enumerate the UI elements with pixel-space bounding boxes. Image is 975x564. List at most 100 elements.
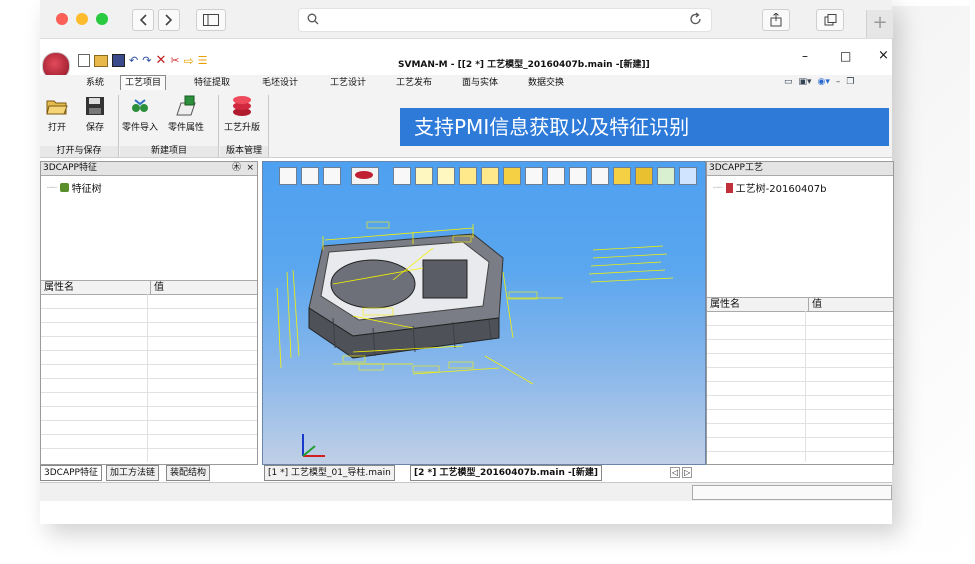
ribbon-separator xyxy=(218,95,219,157)
tab-3dcapp-feature[interactable]: 3DCAPP特征 xyxy=(40,465,102,481)
restore-icon[interactable]: ❐ xyxy=(846,77,854,87)
cube-left-icon[interactable] xyxy=(547,167,565,185)
ribbon-separator xyxy=(268,95,269,157)
window-title: SVMAN-M - [[2 *] 工艺模型_20160407b.main -[新… xyxy=(398,60,650,70)
maximize-button[interactable]: □ xyxy=(840,49,851,63)
process-tree-icon xyxy=(725,182,733,193)
open-button[interactable]: 打开 xyxy=(46,95,68,133)
menu-blank[interactable]: 毛坯设计 xyxy=(258,76,302,90)
layout-icon[interactable]: ▣▾ xyxy=(799,77,812,87)
ribbon-minimize-icon[interactable]: – xyxy=(836,77,841,87)
feature-panel: 3DCAPP特征 ㊍ × ┈┈ 特征树 属性名 值 xyxy=(40,161,258,465)
ribbon-separator xyxy=(118,95,119,157)
list-icon[interactable]: ☰ xyxy=(198,54,208,67)
zoom-dot[interactable] xyxy=(96,13,108,25)
chevron-right-icon xyxy=(165,14,173,26)
menu-exchange[interactable]: 数据交换 xyxy=(524,76,568,90)
open-folder-icon[interactable] xyxy=(94,54,108,67)
prop-value-header: 值 xyxy=(154,282,164,293)
process-tree-root[interactable]: ┈┈ 工艺树-20160407b xyxy=(713,180,827,195)
light2-icon[interactable] xyxy=(437,167,455,185)
status-bar xyxy=(40,482,892,501)
group-open-save: 打开与保存 xyxy=(40,146,118,157)
close-dot[interactable] xyxy=(56,13,68,25)
prop-value-header: 值 xyxy=(812,299,822,310)
cube-right-icon[interactable] xyxy=(569,167,587,185)
sidebar-button[interactable] xyxy=(196,9,226,31)
prop-row xyxy=(707,395,893,396)
minimize-button[interactable]: – xyxy=(802,49,808,63)
save-button[interactable]: 保存 xyxy=(84,95,106,133)
cube-front-icon[interactable] xyxy=(503,167,521,185)
part-import-button[interactable]: 零件导入 xyxy=(122,95,158,133)
snapshot-icon[interactable] xyxy=(657,167,675,185)
tabs-button[interactable] xyxy=(816,9,844,31)
group-version: 版本管理 xyxy=(220,146,268,157)
help-icon[interactable]: ◉▾ xyxy=(818,77,830,87)
group-new-project: 新建项目 xyxy=(120,146,218,157)
redo-icon[interactable]: ↷ xyxy=(142,54,151,67)
doc-tab-1[interactable]: [1 *] 工艺模型_01_导柱.main xyxy=(264,465,395,481)
menu-feature[interactable]: 特征提取 xyxy=(190,76,234,90)
minimize-dot[interactable] xyxy=(76,13,88,25)
fit-view-icon[interactable] xyxy=(279,167,297,185)
pmi-notes xyxy=(588,245,674,283)
process-panel-title: 3DCAPP工艺 xyxy=(709,163,763,173)
share-button[interactable] xyxy=(762,9,790,31)
tab-next-icon[interactable]: ▷ xyxy=(682,467,693,478)
view-tool-icon[interactable] xyxy=(393,167,411,185)
window-icon[interactable]: ▭ xyxy=(784,77,793,87)
save-icon[interactable] xyxy=(112,54,125,67)
tab-assembly[interactable]: 装配结构 xyxy=(166,465,211,481)
process-panel: 3DCAPP工艺 ┈┈ 工艺树-20160407b 属性名 值 xyxy=(706,161,894,465)
feature-tree-icon xyxy=(59,183,69,192)
material2-icon[interactable] xyxy=(481,167,499,185)
zoom-window-icon[interactable] xyxy=(301,167,319,185)
menu-surface[interactable]: 面与实体 xyxy=(458,76,502,90)
model-viewport[interactable] xyxy=(262,161,706,465)
menu-process[interactable]: 工艺设计 xyxy=(326,76,370,90)
tab-machining-chain[interactable]: 加工方法链 xyxy=(106,465,160,481)
tab-prev-icon[interactable]: ◁ xyxy=(670,467,681,478)
new-file-icon[interactable] xyxy=(78,54,90,67)
part-attr-button[interactable]: 零件属性 xyxy=(168,95,204,133)
feature-tree-root[interactable]: ┈┈ 特征树 xyxy=(47,180,102,195)
delete-icon[interactable]: ✕ xyxy=(155,53,166,68)
rotate-icon[interactable] xyxy=(323,167,341,185)
settings-icon[interactable] xyxy=(679,167,697,185)
prop-column-divider xyxy=(805,311,806,462)
light-icon[interactable] xyxy=(415,167,433,185)
forward-button[interactable] xyxy=(158,9,180,31)
prop-row xyxy=(707,339,893,340)
material-icon[interactable] xyxy=(459,167,477,185)
part-attr-icon xyxy=(176,95,196,116)
arrow-right-icon[interactable]: ⇨ xyxy=(184,54,194,68)
cube-iso-icon[interactable] xyxy=(613,167,631,185)
close-button[interactable]: × xyxy=(878,48,889,63)
menu-bar: 系统 工艺项目 特征提取 毛坯设计 工艺设计 工艺发布 面与实体 数据交换 ▭ … xyxy=(40,75,892,91)
cube-back-icon[interactable] xyxy=(525,167,543,185)
cube-top-icon[interactable] xyxy=(591,167,609,185)
doc-tab-2[interactable]: [2 *] 工艺模型_20160407b.main -[新建] xyxy=(410,465,602,481)
app-title-bar: ↶ ↷ ✕ ✂ ⇨ ☰ SVMAN-M - [[2 *] 工艺模型_201604… xyxy=(40,45,892,80)
process-tree-label: 工艺树-20160407b xyxy=(735,184,827,195)
pin-icon[interactable]: ㊍ xyxy=(232,162,241,175)
process-upgrade-button[interactable]: 工艺升版 xyxy=(224,95,260,133)
reload-icon[interactable] xyxy=(689,12,703,26)
prop-row xyxy=(41,392,257,393)
cube-shade-icon[interactable] xyxy=(635,167,653,185)
prop-row xyxy=(41,322,257,323)
render-mode-icon[interactable] xyxy=(351,167,379,185)
menu-publish[interactable]: 工艺发布 xyxy=(392,76,436,90)
part-import-icon xyxy=(132,99,148,112)
undo-icon[interactable]: ↶ xyxy=(129,54,138,67)
part-import-label: 零件导入 xyxy=(122,123,159,133)
cut-icon[interactable]: ✂ xyxy=(170,54,179,67)
new-tab-button[interactable]: + xyxy=(866,10,893,38)
menu-system[interactable]: 系统 xyxy=(82,76,108,90)
version-stack-icon xyxy=(233,96,251,116)
address-bar[interactable] xyxy=(298,8,712,32)
menu-project[interactable]: 工艺项目 xyxy=(120,75,167,90)
panel-close-icon[interactable]: × xyxy=(246,162,254,175)
back-button[interactable] xyxy=(132,9,154,31)
